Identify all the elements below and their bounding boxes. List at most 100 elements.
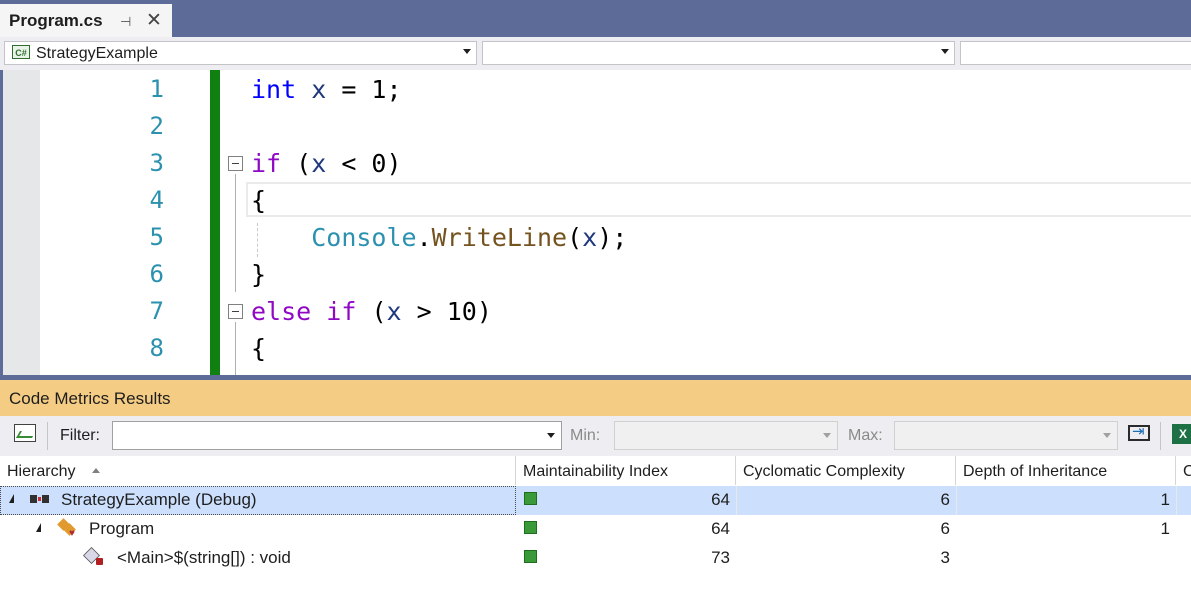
table-row[interactable]: <Main>$(string[]) : void 73 3: [0, 544, 1191, 573]
code-token: x: [582, 223, 598, 252]
code-metrics-toolbar: Filter: Min: Max: X: [0, 416, 1191, 456]
column-header-label: Maintainability Index: [523, 463, 668, 480]
chevron-down-icon: [941, 49, 949, 54]
class-icon: ♥: [57, 518, 79, 539]
column-header-label: Hierarchy: [7, 463, 76, 480]
code-line[interactable]: {: [251, 330, 266, 367]
code-editor[interactable]: 12345678 int x = 1; if (x < 0){ Console.W…: [0, 70, 1191, 375]
maintainability-index-value: 64: [711, 490, 730, 509]
collapse-block-line: [235, 322, 236, 375]
chevron-down-icon: [463, 49, 471, 54]
excel-icon[interactable]: X: [1172, 424, 1191, 444]
hierarchy-name: <Main>$(string[]) : void: [117, 548, 291, 567]
close-icon[interactable]: ✕: [146, 9, 162, 32]
member-dropdown[interactable]: [960, 41, 1191, 65]
sort-ascending-icon: [92, 468, 100, 473]
expand-arrow-icon[interactable]: [36, 523, 41, 532]
line-number: 1: [149, 75, 164, 103]
table-row[interactable]: ♥ Program 64 6 1: [0, 515, 1191, 544]
maintainability-indicator-icon: [524, 492, 537, 505]
column-header-hierarchy[interactable]: Hierarchy: [0, 456, 516, 485]
code-token: {: [251, 334, 267, 363]
cell-divider: [736, 486, 737, 515]
line-number: 2: [149, 112, 164, 140]
collapse-block-line: [235, 174, 236, 292]
code-token: (: [356, 297, 387, 326]
type-dropdown[interactable]: [482, 41, 955, 65]
code-token: }: [251, 260, 267, 289]
csharp-project-icon: C#: [12, 45, 30, 59]
navigation-bar: C# StrategyExample: [0, 37, 1191, 70]
code-token: (: [567, 223, 583, 252]
cell-divider: [1176, 486, 1177, 515]
code-line[interactable]: }: [251, 256, 266, 293]
document-tab[interactable]: Program.cs ⊣ ✕: [0, 4, 172, 40]
chevron-down-icon: [1103, 433, 1111, 438]
code-token: x: [386, 297, 402, 326]
line-number: 5: [149, 223, 164, 251]
column-header-label: Cyclomatic Complexity: [743, 463, 905, 480]
min-dropdown[interactable]: [614, 421, 838, 450]
change-tracking-bar: [210, 70, 220, 375]
filter-label: Filter:: [60, 427, 100, 444]
filter-dropdown[interactable]: [112, 421, 562, 450]
project-dropdown-value: StrategyExample: [36, 45, 158, 62]
code-token: {: [251, 186, 267, 215]
column-header-class-coupling[interactable]: C: [1176, 456, 1191, 485]
cyclomatic-complexity-value: 6: [940, 519, 950, 538]
depth-of-inheritance-value: 1: [1160, 490, 1170, 509]
cyclomatic-complexity-value: 3: [940, 548, 950, 567]
code-line[interactable]: else if (x > 10): [251, 293, 492, 330]
code-metrics-grid: Hierarchy Maintainability Index Cyclomat…: [0, 456, 1191, 601]
glyph-margin[interactable]: [3, 70, 40, 375]
column-header-depth-of-inheritance[interactable]: Depth of Inheritance: [956, 456, 1176, 485]
maintainability-index-value: 64: [711, 519, 730, 538]
hierarchy-name: Program: [89, 519, 155, 538]
expand-arrow-icon[interactable]: [9, 494, 14, 503]
current-line-highlight: [246, 182, 1191, 217]
private-method-icon: [83, 547, 104, 568]
line-number: 8: [149, 334, 164, 362]
maintainability-index-value: 73: [711, 548, 730, 567]
min-label: Min:: [570, 427, 601, 444]
code-token: WriteLine: [431, 223, 568, 252]
max-label: Max:: [848, 427, 883, 444]
code-token: (: [281, 149, 312, 178]
document-tab-title: Program.cs: [9, 11, 103, 30]
code-metrics-title: Code Metrics Results: [9, 389, 171, 408]
code-token: .: [416, 223, 432, 252]
chevron-down-icon: [547, 433, 555, 438]
code-token: > 10): [401, 297, 492, 326]
column-header-maintainability-index[interactable]: Maintainability Index: [516, 456, 736, 485]
assembly-icon: [30, 492, 52, 506]
code-token: );: [597, 223, 628, 252]
code-metrics-title-bar: Code Metrics Results: [0, 380, 1191, 416]
pin-icon[interactable]: ⊣: [120, 14, 131, 30]
code-token: if: [326, 297, 357, 326]
code-line[interactable]: int x = 1;: [251, 71, 402, 108]
chevron-down-icon: [823, 433, 831, 438]
toolbar-separator: [1160, 422, 1161, 450]
table-row[interactable]: StrategyExample (Debug) 64 6 1: [0, 486, 1191, 515]
line-number: 7: [149, 297, 164, 325]
code-line[interactable]: {: [251, 182, 266, 219]
max-dropdown[interactable]: [894, 421, 1118, 450]
line-number: 3: [149, 149, 164, 177]
export-icon[interactable]: [1128, 422, 1150, 441]
column-header-label: C: [1183, 463, 1191, 480]
code-line[interactable]: Console.WriteLine(x);: [251, 219, 627, 256]
code-token: if: [251, 149, 282, 178]
code-line[interactable]: if (x < 0): [251, 145, 402, 182]
code-token: x: [311, 149, 327, 178]
calculate-metrics-icon[interactable]: [14, 424, 36, 442]
grid-header: Hierarchy Maintainability Index Cyclomat…: [0, 456, 1191, 485]
collapse-toggle-icon[interactable]: [228, 304, 243, 319]
maintainability-indicator-icon: [524, 550, 537, 563]
project-dropdown[interactable]: C# StrategyExample: [4, 41, 477, 65]
collapse-toggle-icon[interactable]: [228, 156, 243, 171]
column-header-cyclomatic-complexity[interactable]: Cyclomatic Complexity: [736, 456, 956, 485]
depth-of-inheritance-value: 1: [1160, 519, 1170, 538]
cell-divider: [956, 486, 957, 515]
